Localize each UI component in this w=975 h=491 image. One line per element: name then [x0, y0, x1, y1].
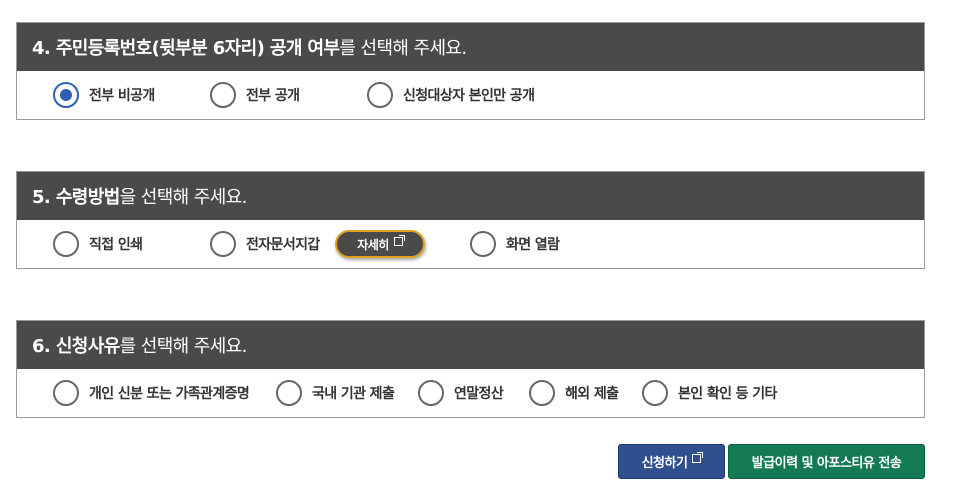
- option-domestic-agency[interactable]: 국내 기관 제출: [276, 369, 395, 417]
- section-4-title-suffix: 를 선택해 주세요.: [339, 38, 467, 59]
- section-6-header: 6. 신청사유 를 선택해 주세요.: [17, 321, 924, 369]
- radio-button[interactable]: [210, 82, 236, 108]
- external-link-icon: [393, 234, 405, 246]
- option-label: 신청대상자 본인만 공개: [403, 88, 535, 104]
- radio-button[interactable]: [367, 82, 393, 108]
- detail-button-label: 자세히: [357, 237, 389, 252]
- section-receipt-method: 5. 수령방법 을 선택해 주세요. 직접 인쇄 전자문서지갑 자세히 화면 열람: [16, 171, 925, 269]
- section-6-title: 6. 신청사유: [32, 336, 120, 357]
- radio-button[interactable]: [276, 380, 302, 406]
- section-5-title-suffix: 을 선택해 주세요.: [119, 187, 248, 208]
- radio-button[interactable]: [53, 380, 79, 406]
- radio-dot: [60, 89, 72, 101]
- section-6-title-suffix: 를 선택해 주세요.: [119, 336, 248, 357]
- option-all-private[interactable]: 전부 비공개: [53, 71, 155, 119]
- apply-button[interactable]: 신청하기: [618, 444, 725, 479]
- option-label: 직접 인쇄: [89, 237, 143, 253]
- option-personal-identity[interactable]: 개인 신분 또는 가족관계증명: [53, 369, 250, 417]
- detail-button[interactable]: 자세히: [335, 230, 425, 258]
- apply-button-label: 신청하기: [641, 456, 688, 471]
- section-4-options: 전부 비공개 전부 공개 신청대상자 본인만 공개: [17, 71, 924, 119]
- option-self-only-public[interactable]: 신청대상자 본인만 공개: [367, 71, 535, 119]
- option-all-public[interactable]: 전부 공개: [210, 71, 300, 119]
- option-label: 국내 기관 제출: [312, 386, 395, 402]
- section-4-title: 4. 주민등록번호(뒷부분 6자리) 공개 여부: [32, 38, 340, 59]
- section-application-reason: 6. 신청사유 를 선택해 주세요. 개인 신분 또는 가족관계증명 국내 기관 …: [16, 320, 925, 418]
- section-4-header: 4. 주민등록번호(뒷부분 6자리) 공개 여부 를 선택해 주세요.: [17, 23, 924, 71]
- option-label: 해외 제출: [565, 386, 619, 402]
- radio-button[interactable]: [418, 380, 444, 406]
- section-resident-number-disclosure: 4. 주민등록번호(뒷부분 6자리) 공개 여부 를 선택해 주세요. 전부 비공…: [16, 22, 925, 120]
- option-screen-view[interactable]: 화면 열람: [470, 220, 560, 268]
- apostille-button-label: 발급이력 및 아포스티유 전송: [751, 456, 902, 471]
- external-link-icon: [692, 452, 704, 463]
- section-5-options: 직접 인쇄 전자문서지갑 자세히 화면 열람: [17, 220, 924, 268]
- section-5-title: 5. 수령방법: [32, 187, 120, 208]
- option-electronic-wallet[interactable]: 전자문서지갑: [210, 220, 320, 268]
- option-label: 화면 열람: [506, 237, 560, 253]
- option-year-end-tax[interactable]: 연말정산: [418, 369, 504, 417]
- option-label: 전부 공개: [246, 88, 300, 104]
- radio-button[interactable]: [53, 231, 79, 257]
- option-label: 전자문서지갑: [246, 237, 320, 253]
- option-label: 전부 비공개: [89, 88, 155, 104]
- option-overseas-submission[interactable]: 해외 제출: [529, 369, 619, 417]
- option-label: 연말정산: [454, 386, 504, 402]
- radio-button-checked[interactable]: [53, 82, 79, 108]
- option-direct-print[interactable]: 직접 인쇄: [53, 220, 143, 268]
- apostille-transfer-button[interactable]: 발급이력 및 아포스티유 전송: [728, 444, 925, 479]
- option-other-identity-check[interactable]: 본인 확인 등 기타: [642, 369, 777, 417]
- radio-button[interactable]: [210, 231, 236, 257]
- radio-button[interactable]: [642, 380, 668, 406]
- section-5-header: 5. 수령방법 을 선택해 주세요.: [17, 172, 924, 220]
- radio-button[interactable]: [529, 380, 555, 406]
- option-label: 본인 확인 등 기타: [678, 386, 777, 402]
- section-6-options: 개인 신분 또는 가족관계증명 국내 기관 제출 연말정산 해외 제출 본인 확…: [17, 369, 924, 417]
- radio-button[interactable]: [470, 231, 496, 257]
- option-label: 개인 신분 또는 가족관계증명: [89, 386, 250, 402]
